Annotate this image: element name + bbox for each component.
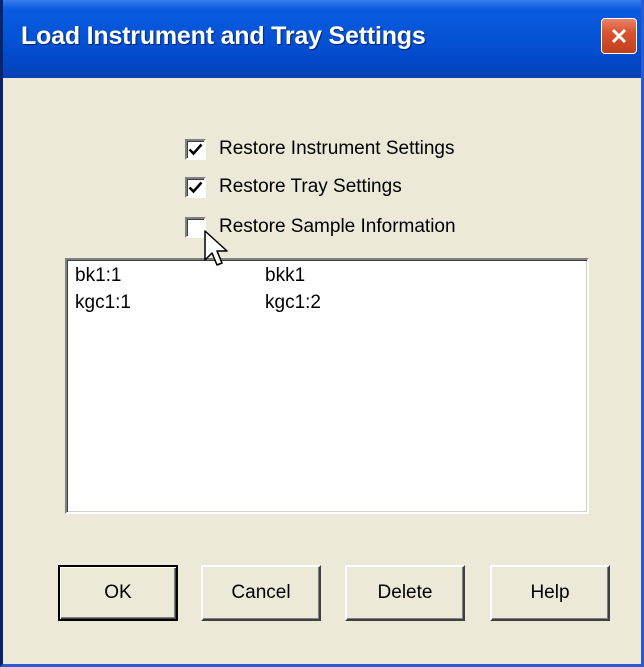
close-icon: [611, 28, 627, 44]
restore-sample-information-checkbox[interactable]: [185, 216, 206, 238]
title-bar[interactable]: Load Instrument and Tray Settings: [3, 0, 641, 78]
dialog-window: Load Instrument and Tray Settings Restor…: [0, 0, 644, 667]
restore-instrument-settings-checkbox[interactable]: [185, 138, 206, 160]
restore-instrument-settings-label: Restore Instrument Settings: [219, 138, 455, 159]
delete-button[interactable]: Delete: [345, 565, 465, 621]
restore-instrument-settings-option[interactable]: Restore Instrument Settings: [185, 138, 455, 160]
ok-button[interactable]: OK: [58, 565, 178, 621]
restore-tray-settings-checkbox[interactable]: [185, 176, 206, 198]
close-button[interactable]: [601, 18, 637, 54]
checkmark-icon: [188, 181, 203, 193]
restore-tray-settings-option[interactable]: Restore Tray Settings: [185, 176, 402, 198]
list-item[interactable]: kgc1:2: [265, 292, 321, 314]
restore-sample-information-label: Restore Sample Information: [219, 216, 456, 237]
settings-listbox[interactable]: bk1:1 bkk1 kgc1:1 kgc1:2: [65, 258, 589, 514]
list-item[interactable]: kgc1:1: [75, 292, 131, 314]
help-button[interactable]: Help: [490, 565, 610, 621]
list-item[interactable]: bkk1: [265, 265, 305, 287]
list-item[interactable]: bk1:1: [75, 265, 121, 287]
cancel-button[interactable]: Cancel: [201, 565, 321, 621]
window-title: Load Instrument and Tray Settings: [21, 22, 426, 50]
restore-sample-information-option[interactable]: Restore Sample Information: [185, 216, 456, 238]
restore-tray-settings-label: Restore Tray Settings: [219, 176, 402, 197]
checkmark-icon: [188, 143, 203, 155]
